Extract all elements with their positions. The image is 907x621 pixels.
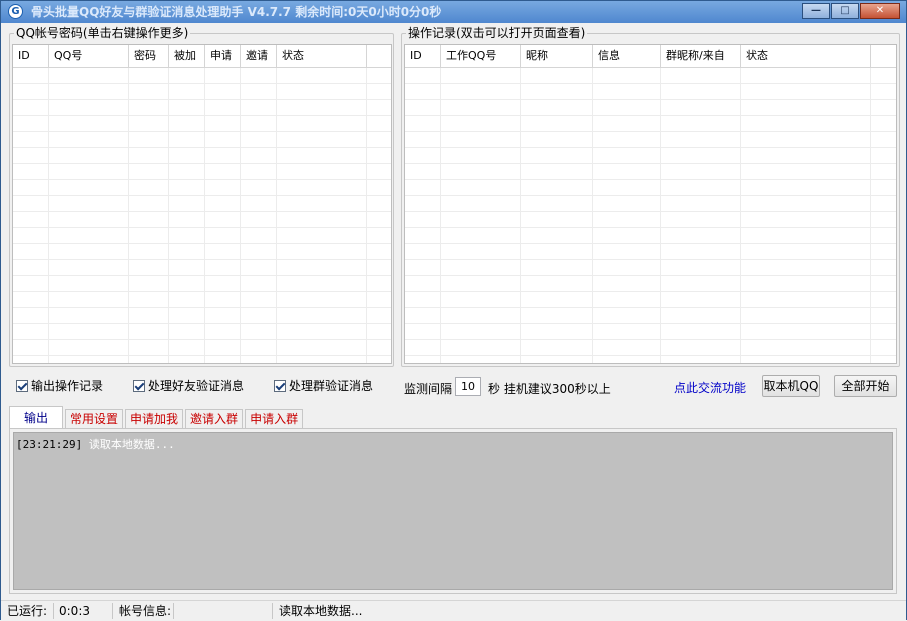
log-message: 读取本地数据... bbox=[82, 438, 175, 451]
handle-group-label: 处理群验证消息 bbox=[289, 379, 374, 393]
tab-apply-add-me[interactable]: 申请加我 bbox=[125, 409, 184, 429]
accounts-col-id[interactable]: ID bbox=[13, 45, 49, 67]
run-time-value: 0:0:3 bbox=[59, 604, 90, 618]
handle-friend-check-icon[interactable] bbox=[133, 379, 145, 392]
handle-group-checkbox[interactable]: 处理群验证消息 bbox=[274, 377, 373, 394]
run-time-label: 已运行: bbox=[7, 604, 48, 618]
get-local-qq-button[interactable]: 取本机QQ bbox=[762, 375, 820, 397]
tab-invite-group[interactable]: 邀请入群 bbox=[185, 409, 244, 429]
handle-group-check-icon[interactable] bbox=[274, 379, 286, 392]
records-col-group-nick[interactable]: 群昵称/来自 bbox=[661, 45, 741, 67]
interval-input[interactable]: 10 bbox=[455, 377, 481, 396]
close-button[interactable]: ✕ bbox=[860, 3, 900, 19]
records-group-title: 操作记录(双击可以打开页面查看) bbox=[406, 26, 588, 40]
window-controls: — □ ✕ bbox=[802, 3, 900, 19]
accounts-col-qq[interactable]: QQ号 bbox=[49, 45, 129, 67]
tab-output[interactable]: 输出 bbox=[9, 406, 64, 429]
output-panel: [23:21:29] 读取本地数据... bbox=[9, 428, 897, 594]
accounts-col-added[interactable]: 被加 bbox=[169, 45, 205, 67]
window-title: 骨头批量QQ好友与群验证消息处理助手 V4.7.7 剩余时间:0天0小时0分0秒 bbox=[31, 5, 442, 19]
status-message: 读取本地数据... bbox=[279, 604, 363, 618]
records-table-header: ID 工作QQ号 昵称 信息 群昵称/来自 状态 bbox=[405, 45, 896, 68]
tab-apply-group[interactable]: 申请入群 bbox=[245, 409, 304, 429]
handle-friend-label: 处理好友验证消息 bbox=[148, 379, 245, 393]
records-table[interactable]: ID 工作QQ号 昵称 信息 群昵称/来自 状态 bbox=[404, 44, 897, 364]
records-col-nickname[interactable]: 昵称 bbox=[521, 45, 593, 67]
accounts-group-title: QQ帐号密码(单击右键操作更多) bbox=[14, 26, 191, 40]
title-bar[interactable]: G 骨头批量QQ好友与群验证消息处理助手 V4.7.7 剩余时间:0天0小时0分… bbox=[1, 1, 906, 23]
accounts-table[interactable]: ID QQ号 密码 被加 申请 邀请 状态 bbox=[12, 44, 392, 364]
exchange-link[interactable]: 点此交流功能 bbox=[674, 379, 746, 396]
accounts-table-body[interactable] bbox=[13, 68, 391, 363]
accounts-col-status[interactable]: 状态 bbox=[277, 45, 367, 67]
minimize-button[interactable]: — bbox=[802, 3, 830, 19]
accounts-table-header: ID QQ号 密码 被加 申请 邀请 状态 bbox=[13, 45, 391, 68]
output-log-check-icon[interactable] bbox=[16, 379, 28, 392]
records-col-status[interactable]: 状态 bbox=[741, 45, 871, 67]
tab-common-settings[interactable]: 常用设置 bbox=[65, 409, 124, 429]
account-info-label: 帐号信息: bbox=[119, 604, 172, 618]
interval-hint: 秒 挂机建议300秒以上 bbox=[488, 382, 611, 396]
bottom-tabs: 输出 常用设置 申请加我 邀请入群 申请入群 bbox=[9, 406, 305, 429]
status-bar: 已运行: 0:0:3 帐号信息: 读取本地数据... bbox=[1, 600, 906, 621]
accounts-col-apply[interactable]: 申请 bbox=[205, 45, 241, 67]
records-col-work-qq[interactable]: 工作QQ号 bbox=[441, 45, 521, 67]
output-log[interactable]: [23:21:29] 读取本地数据... bbox=[13, 432, 893, 590]
records-col-info[interactable]: 信息 bbox=[593, 45, 661, 67]
records-table-body[interactable] bbox=[405, 68, 896, 363]
log-timestamp: [23:21:29] bbox=[16, 438, 83, 451]
maximize-button[interactable]: □ bbox=[831, 3, 859, 19]
records-col-id[interactable]: ID bbox=[405, 45, 441, 67]
output-log-checkbox[interactable]: 输出操作记录 bbox=[16, 377, 103, 394]
accounts-col-invite[interactable]: 邀请 bbox=[241, 45, 277, 67]
accounts-col-password[interactable]: 密码 bbox=[129, 45, 169, 67]
start-all-button[interactable]: 全部开始 bbox=[834, 375, 897, 397]
app-logo-icon: G bbox=[8, 4, 23, 19]
interval-label: 监测间隔 bbox=[404, 382, 453, 396]
handle-friend-checkbox[interactable]: 处理好友验证消息 bbox=[133, 377, 244, 394]
output-log-label: 输出操作记录 bbox=[31, 379, 104, 393]
app-window: G 骨头批量QQ好友与群验证消息处理助手 V4.7.7 剩余时间:0天0小时0分… bbox=[0, 0, 907, 621]
